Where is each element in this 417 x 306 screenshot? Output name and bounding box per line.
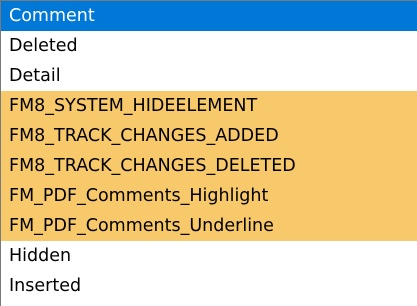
list-item-fm8-system-hideelement[interactable]: FM8_SYSTEM_HIDEELEMENT bbox=[1, 91, 417, 121]
list-item-comment[interactable]: Comment bbox=[1, 1, 417, 31]
list-item-deleted[interactable]: Deleted bbox=[1, 31, 417, 61]
list-item-fm8-track-changes-added[interactable]: FM8_TRACK_CHANGES_ADDED bbox=[1, 121, 417, 151]
list-item-fm-pdf-comments-highlight[interactable]: FM_PDF_Comments_Highlight bbox=[1, 181, 417, 211]
list-item-detail[interactable]: Detail bbox=[1, 61, 417, 91]
list-item-hidden[interactable]: Hidden bbox=[1, 241, 417, 271]
list-item-inserted[interactable]: Inserted bbox=[1, 271, 417, 301]
condition-tag-listbox[interactable]: Comment Deleted Detail FM8_SYSTEM_HIDEEL… bbox=[0, 0, 417, 306]
list-item-fm8-track-changes-deleted[interactable]: FM8_TRACK_CHANGES_DELETED bbox=[1, 151, 417, 181]
list-item-fm-pdf-comments-underline[interactable]: FM_PDF_Comments_Underline bbox=[1, 211, 417, 241]
